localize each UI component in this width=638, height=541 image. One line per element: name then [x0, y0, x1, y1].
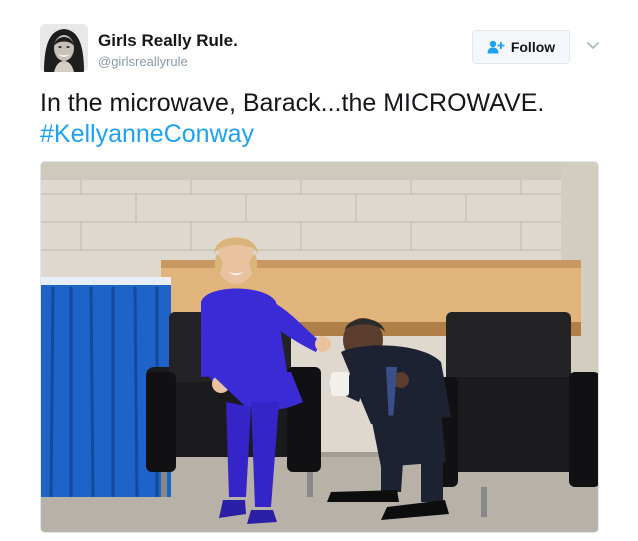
- follow-button[interactable]: Follow: [472, 30, 570, 64]
- tweet-photo[interactable]: [40, 161, 599, 533]
- tweet-card: Girls Really Rule. @girlsreallyrule Foll…: [0, 0, 638, 541]
- chevron-down-icon[interactable]: [585, 40, 601, 52]
- hashtag-link[interactable]: #KellyanneConway: [40, 119, 610, 150]
- follow-button-label: Follow: [510, 39, 556, 55]
- tweet-text: In the microwave, Barack...the MICROWAVE…: [40, 88, 610, 150]
- avatar-image: [40, 24, 88, 72]
- display-name[interactable]: Girls Really Rule.: [98, 31, 238, 51]
- avatar[interactable]: [40, 24, 88, 72]
- user-handle[interactable]: @girlsreallyrule: [98, 54, 188, 69]
- photo-image: [41, 162, 598, 532]
- add-user-icon: [487, 40, 505, 54]
- tweet-body: In the microwave, Barack...the MICROWAVE…: [40, 89, 545, 117]
